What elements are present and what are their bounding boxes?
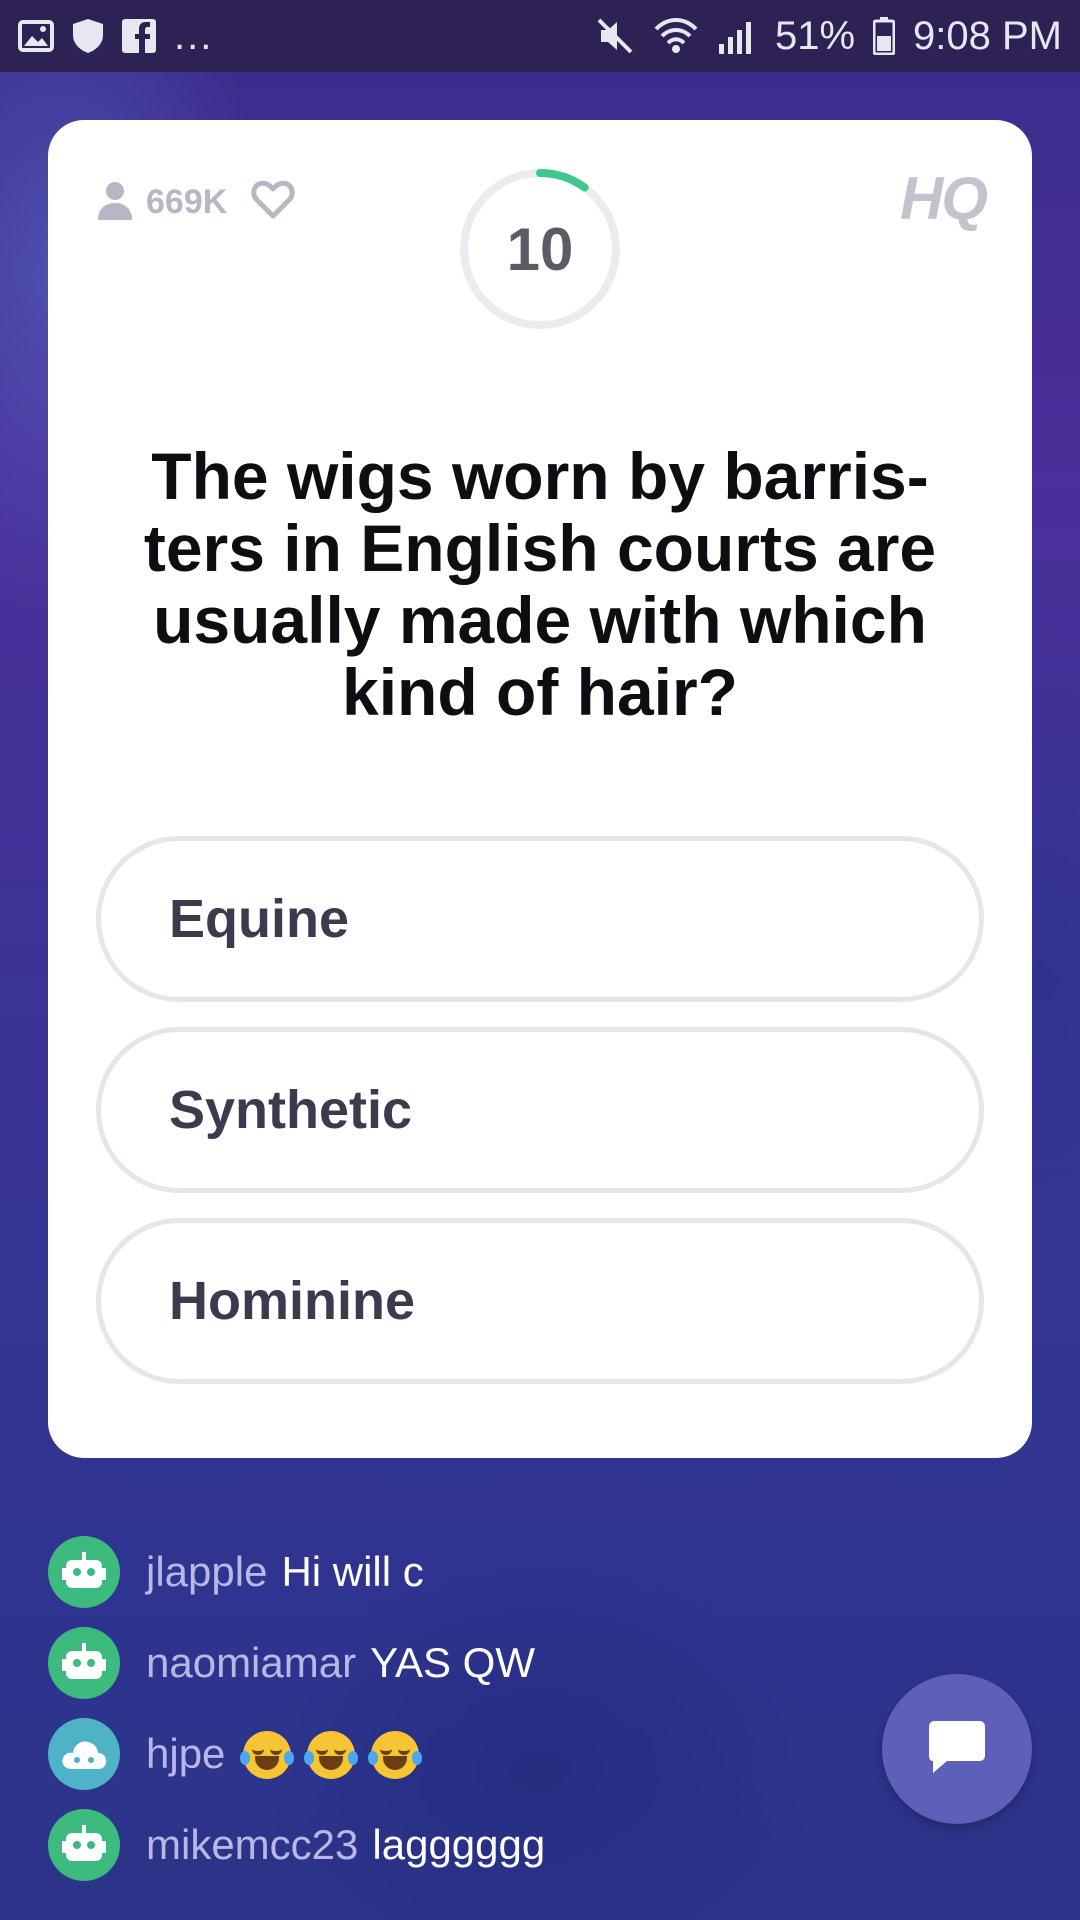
chat-text [239,1728,422,1779]
signal-icon [717,18,757,54]
chat-message: hjpe [48,1708,848,1799]
chat-username: naomiamar [146,1638,357,1686]
answer-label: Hominine [169,1271,416,1331]
robot-icon [48,1808,120,1881]
chat-bubble-icon [927,1719,987,1779]
cloud-icon [48,1717,120,1790]
wifi-icon [653,17,699,55]
hq-logo: HQ [900,165,988,232]
crying-laughing-emoji [240,1730,295,1779]
timer-value: 10 [506,215,574,283]
chat-username: mikemcc23 [146,1820,359,1868]
chat-text: lagggggg [372,1820,546,1868]
viewer-count: 669K [96,180,295,224]
answer-label: Equine [169,889,350,949]
clock: 9:08 PM [913,13,1062,58]
answer-option-3[interactable]: Hominine [96,1218,984,1384]
status-bar: ... 51% 9:08 PM [0,0,1080,72]
image-icon [18,20,54,52]
more-notifications: ... [174,13,214,58]
chat-text: YAS QW [370,1638,535,1686]
person-icon [96,180,134,224]
robot-icon [48,1626,120,1699]
answer-label: Synthetic [169,1080,413,1140]
battery-percent: 51% [774,13,856,58]
chat-text: Hi will c [281,1547,424,1595]
chat-username: jlapple [146,1547,268,1595]
countdown-timer: 10 [457,166,623,332]
chat-feed: jlapple Hi will c naomiamar YAS QW hjpe … [48,1526,848,1890]
facebook-icon [122,19,156,53]
shield-icon [72,18,104,54]
robot-icon [48,1535,120,1608]
answer-option-2[interactable]: Synthetic [96,1027,984,1193]
open-chat-button[interactable] [882,1674,1032,1824]
question-card: 669K 10 HQ The wigs worn by barris-ters … [48,120,1032,1458]
chat-message: naomiamar YAS QW [48,1617,848,1708]
battery-icon [873,17,896,55]
mute-icon [595,16,635,56]
chat-username: hjpe [146,1729,226,1777]
chat-message: jlapple Hi will c [48,1526,848,1617]
answer-option-1[interactable]: Equine [96,836,984,1002]
chat-message: mikemcc23 lagggggg [48,1799,848,1890]
viewers-count: 669K [146,182,228,221]
heart-icon[interactable] [251,180,295,224]
question-text: The wigs worn by barris-ters in English … [143,439,937,729]
crying-laughing-emoji [367,1730,422,1779]
crying-laughing-emoji [304,1730,359,1779]
